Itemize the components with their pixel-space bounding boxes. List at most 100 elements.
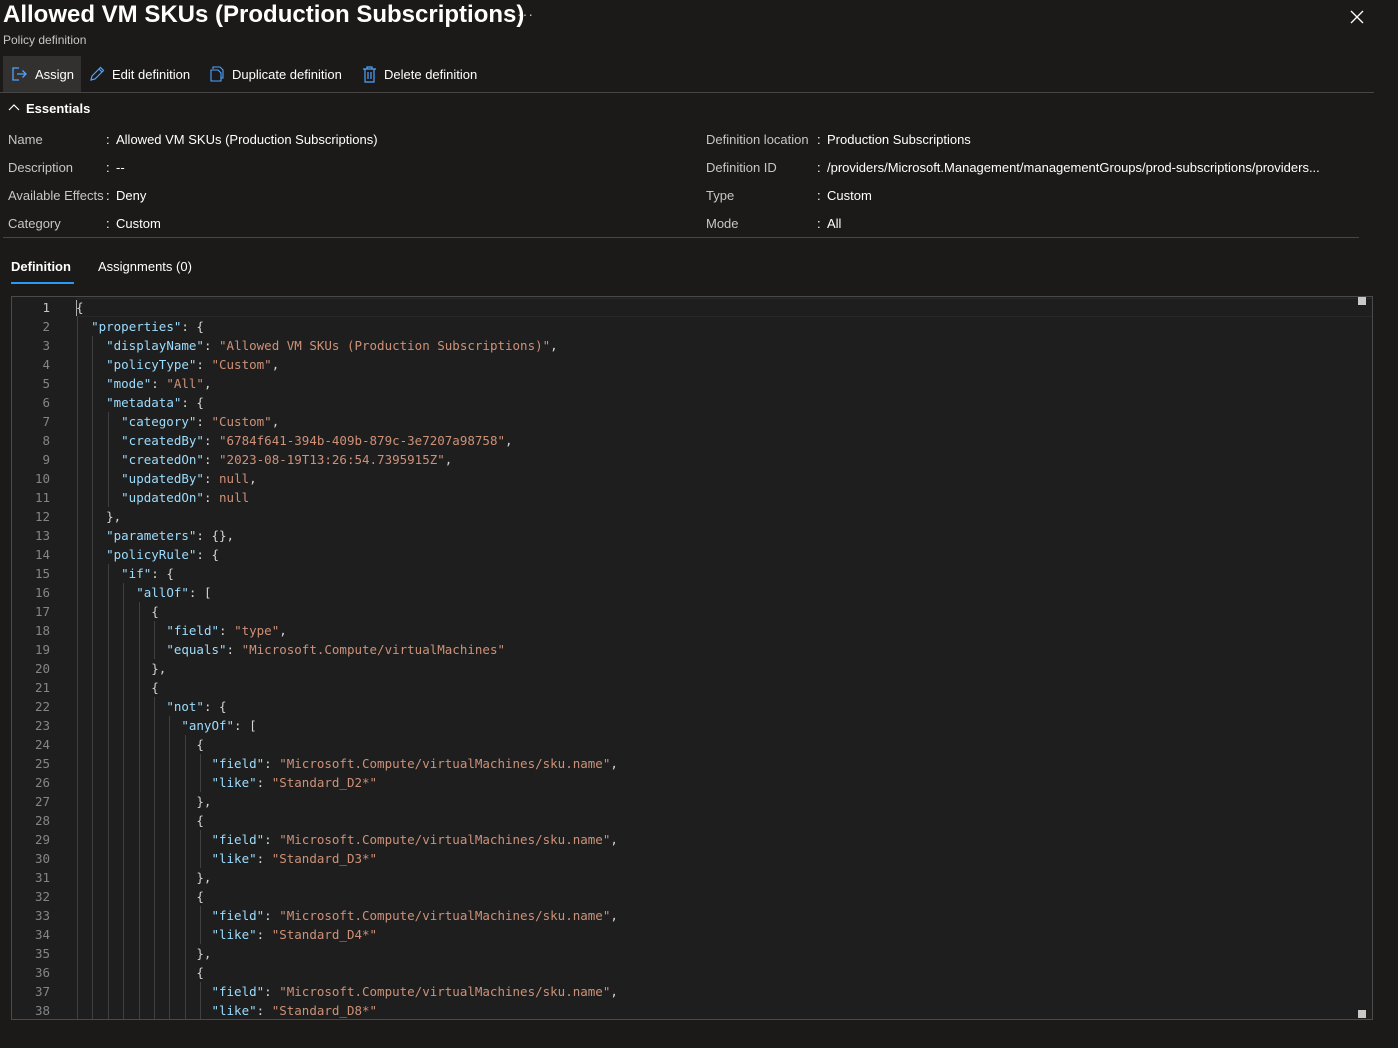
mode-label: Mode — [706, 216, 739, 231]
colon: : — [817, 216, 821, 231]
json-punctuation: , — [610, 832, 618, 847]
json-key: "policyRule" — [106, 547, 197, 562]
more-options-button[interactable]: ··· — [517, 6, 534, 22]
indent-guide — [154, 621, 155, 659]
json-key: "field" — [166, 623, 219, 638]
line-number: 7 — [42, 414, 50, 429]
delete-definition-button[interactable]: Delete definition — [362, 56, 477, 92]
json-punctuation: : [ — [188, 585, 212, 600]
json-punctuation: : — [196, 357, 212, 372]
json-punctuation: , — [249, 471, 257, 486]
json-key: "field" — [211, 832, 265, 847]
json-punctuation: , — [610, 984, 618, 999]
edit-definition-button[interactable]: Edit definition — [89, 56, 190, 92]
indent-guide — [77, 317, 78, 1019]
json-value: "Allowed VM SKUs (Production Subscriptio… — [219, 338, 551, 353]
scroll-up-arrow[interactable] — [1358, 297, 1366, 305]
code-line: "equals": "Microsoft.Compute/virtualMach… — [76, 640, 505, 659]
json-punctuation: }, — [76, 509, 122, 524]
json-punctuation — [76, 984, 211, 999]
json-punctuation — [76, 756, 211, 771]
duplicate-definition-button[interactable]: Duplicate definition — [209, 56, 342, 92]
json-key: "createdOn" — [121, 452, 204, 467]
line-number: 16 — [34, 585, 50, 600]
code-line: "like": "Standard_D8*" — [76, 1001, 377, 1019]
edit-definition-label: Edit definition — [112, 66, 191, 82]
code-line: "createdBy": "6784f641-394b-409b-879c-3e… — [76, 431, 512, 450]
json-punctuation: { — [76, 300, 84, 315]
code-line: "displayName": "Allowed VM SKUs (Product… — [76, 336, 558, 355]
code-line: "if": { — [76, 564, 174, 583]
line-number: 15 — [34, 566, 50, 581]
code-line: "metadata": { — [76, 393, 204, 412]
blade-header: Allowed VM SKUs (Production Subscription… — [0, 0, 1398, 52]
json-punctuation — [76, 452, 121, 467]
json-punctuation: : { — [203, 699, 227, 714]
json-value: "Microsoft.Compute/virtualMachines/sku.n… — [279, 756, 611, 771]
scroll-down-arrow[interactable] — [1358, 1010, 1366, 1018]
definition-id-value: /providers/Microsoft.Management/manageme… — [827, 160, 1320, 175]
json-punctuation: }, — [76, 661, 167, 676]
line-number: 38 — [34, 1003, 50, 1018]
json-key: "metadata" — [106, 395, 182, 410]
json-punctuation — [76, 471, 121, 486]
line-number: 33 — [34, 908, 50, 923]
json-punctuation: : — [203, 433, 220, 448]
json-punctuation: : — [151, 376, 167, 391]
json-punctuation: { — [76, 680, 159, 695]
indent-guide — [154, 697, 155, 1019]
tab-assignments[interactable]: Assignments (0) — [98, 256, 192, 284]
json-punctuation: }, — [76, 870, 212, 885]
json-punctuation: : — [219, 623, 235, 638]
json-value: null — [219, 471, 250, 486]
json-value: null — [219, 490, 250, 505]
code-line: "anyOf": [ — [76, 716, 256, 735]
code-line: }, — [76, 507, 121, 526]
json-punctuation — [76, 832, 211, 847]
close-button[interactable] — [1346, 6, 1368, 28]
category-value: Custom — [116, 216, 161, 231]
json-key: "equals" — [166, 642, 227, 657]
json-punctuation: , — [271, 357, 280, 372]
json-value: "Standard_D2*" — [271, 775, 378, 790]
json-punctuation: : — [264, 756, 280, 771]
tab-definition[interactable]: Definition — [11, 256, 71, 284]
json-punctuation: : — [226, 642, 242, 657]
indent-guide — [200, 830, 201, 868]
json-punctuation — [76, 927, 211, 942]
vertical-scrollbar[interactable] — [1358, 307, 1366, 1007]
assign-button[interactable]: Assign — [3, 56, 81, 92]
code-line: "properties": { — [76, 317, 204, 336]
json-key: "allOf" — [136, 585, 189, 600]
essentials-toggle[interactable]: Essentials — [8, 99, 90, 117]
line-number: 28 — [34, 813, 50, 828]
json-punctuation: , — [271, 414, 280, 429]
code-line: "field": "Microsoft.Compute/virtualMachi… — [76, 830, 618, 849]
line-number: 26 — [34, 775, 50, 790]
json-value: "Custom" — [211, 414, 272, 429]
current-line-highlight — [76, 298, 1372, 317]
json-punctuation: }, — [76, 794, 212, 809]
available-effects-value: Deny — [116, 188, 147, 203]
json-key: "displayName" — [106, 338, 204, 353]
json-punctuation: : { — [181, 319, 204, 334]
json-key: "category" — [121, 414, 197, 429]
line-number: 18 — [34, 623, 50, 638]
json-punctuation — [76, 851, 211, 866]
essentials-heading: Essentials — [26, 100, 91, 116]
json-punctuation: : { — [196, 547, 219, 562]
code-area[interactable]: { "properties": { "displayName": "Allowe… — [76, 297, 1372, 1019]
json-punctuation: : — [203, 338, 220, 353]
line-number: 5 — [42, 376, 50, 391]
name-label: Name — [8, 132, 43, 147]
divider — [3, 237, 1359, 238]
code-line: "not": { — [76, 697, 227, 716]
code-editor[interactable]: 1 2 3 4 5 6 7 8 9 10 11 12 13 14 15 16 17 18 19 20 21 22 23 24 2… — [11, 296, 1373, 1020]
json-punctuation — [76, 585, 136, 600]
code-line: }, — [76, 944, 211, 963]
indent-guide — [108, 564, 109, 1019]
page-subtitle: Policy definition — [3, 33, 87, 47]
json-punctuation — [76, 775, 211, 790]
indent-guide — [108, 412, 109, 507]
line-number: 6 — [42, 395, 50, 410]
